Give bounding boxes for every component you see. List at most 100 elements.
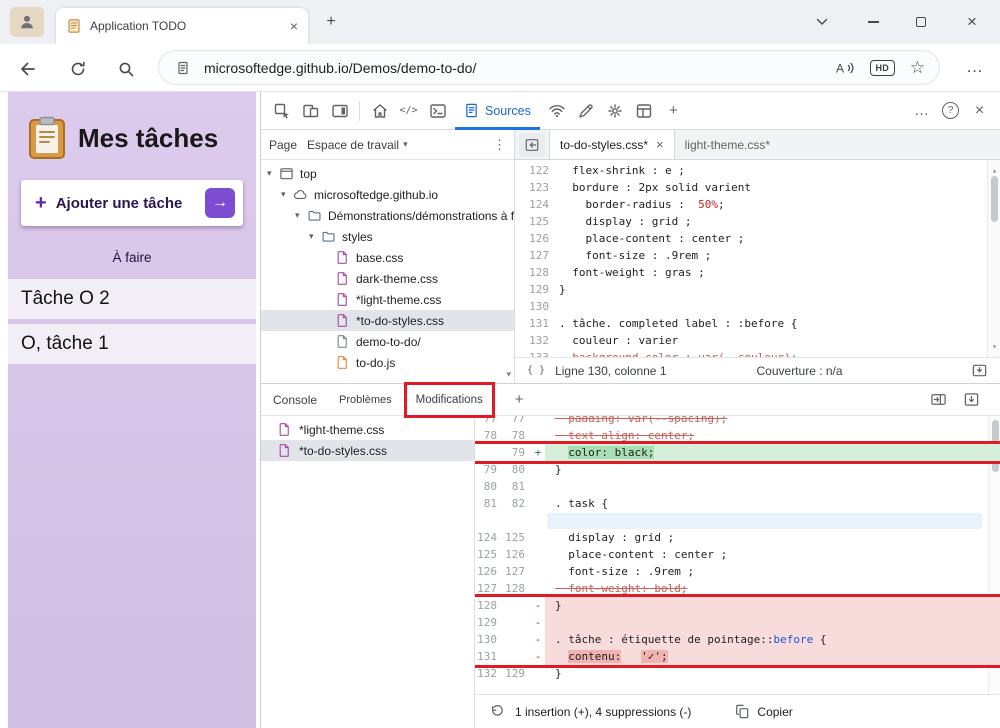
task-list: Tâche O 2 O, tâche 1 [8, 279, 256, 364]
add-task-button[interactable]: + Ajouter une tâche → [21, 180, 243, 226]
editor-tab-inactive[interactable]: light-theme.css* [675, 130, 780, 159]
tab-close-icon[interactable]: × [290, 19, 298, 33]
editor-tab-active[interactable]: to-do-styles.css* × [549, 130, 675, 159]
file-type-icon [335, 334, 350, 349]
navigator-more-icon[interactable]: ⋮ [493, 137, 506, 153]
back-icon[interactable] [16, 57, 40, 81]
revert-icon[interactable] [489, 704, 505, 720]
code-line[interactable]: 123 bordure : 2px solid varient [515, 179, 1000, 196]
tree-item[interactable]: ▾ *to-do-styles.css [261, 310, 514, 331]
read-aloud-icon[interactable]: A [835, 60, 855, 76]
changed-file-item[interactable]: *to-do-styles.css [261, 440, 474, 461]
hd-badge[interactable]: HD [869, 59, 895, 76]
refresh-icon[interactable] [66, 57, 90, 81]
changed-files-list: *light-theme.css *to-do-styles.css [261, 416, 475, 728]
tree-item[interactable]: ▾ base.css [261, 247, 514, 268]
tree-item[interactable]: ▾ Démonstrations/démonstrations à faire [261, 205, 514, 226]
site-info-icon[interactable] [175, 60, 191, 76]
tree-expand-arrow-icon[interactable]: ▾ [267, 168, 279, 179]
editor-scrollbar[interactable]: ▴ ▾ [987, 160, 1000, 357]
tab-console[interactable]: Console [273, 393, 317, 407]
tab-sources[interactable]: Sources [455, 92, 540, 130]
tab-page[interactable]: Page [269, 138, 297, 152]
tree-expand-arrow-icon[interactable]: ▾ [309, 231, 321, 242]
copy-button[interactable]: Copier [735, 704, 793, 719]
inspect-element-icon[interactable] [267, 95, 296, 127]
device-emulation-icon[interactable] [296, 95, 325, 127]
drawer-add-tab-icon[interactable]: + [515, 391, 524, 408]
new-tab-button[interactable]: + [320, 11, 342, 33]
code-line[interactable]: 122 flex-shrink : e ; [515, 162, 1000, 179]
tab-close-icon[interactable]: × [656, 138, 664, 151]
diff-row: 124 125 display : grid ; [477, 531, 675, 544]
changed-file-item[interactable]: *light-theme.css [261, 419, 474, 440]
code-line[interactable]: 126 place-content : center ; [515, 230, 1000, 247]
tree-expand-arrow-icon[interactable]: ▾ [281, 189, 293, 200]
favorites-star-icon[interactable]: ☆ [910, 59, 925, 76]
tree-item[interactable]: ▾ microsoftedge.github.io [261, 184, 514, 205]
browser-tab[interactable]: Application TODO × [56, 8, 308, 44]
sources-panel: Page Espace de travail ▾ ⋮ ▾ top ▾ micro… [261, 130, 1000, 383]
window-close-button[interactable]: × [946, 0, 998, 44]
more-tools-plus-icon[interactable]: + [659, 95, 688, 127]
tree-item[interactable]: ▾ to-do.js [261, 352, 514, 373]
tree-item[interactable]: ▾ demo-to-do/ [261, 331, 514, 352]
dock-bottom-icon[interactable] [963, 391, 980, 408]
tab-workspace[interactable]: Espace de travail ▾ [307, 138, 408, 152]
profile-button[interactable] [10, 7, 44, 37]
import-icon[interactable] [971, 362, 988, 379]
tree-item[interactable]: ▾ top [261, 163, 514, 184]
devtools-menu-icon[interactable]: … [907, 95, 936, 127]
coverage-status: Couverture : n/a [756, 363, 843, 378]
code-line[interactable]: 133 background-color : var(--couleur); [515, 349, 1000, 357]
file-type-icon [335, 355, 350, 370]
chevron-down-icon: ▾ [403, 139, 408, 149]
code-line[interactable]: 127 font-size : .9rem ; [515, 247, 1000, 264]
elements-panel-icon[interactable]: </> [394, 95, 423, 127]
tab-problems[interactable]: Problèmes [339, 394, 392, 406]
code-line[interactable]: 131 . tâche. completed label : :before { [515, 315, 1000, 332]
todo-header: Mes tâches [8, 92, 256, 160]
browser-menu-icon[interactable]: … [960, 54, 990, 80]
maximize-button[interactable] [898, 0, 944, 44]
search-icon[interactable] [114, 57, 138, 81]
diff-view[interactable]: 77 77 padding: var(--spacing); 78 78 text … [475, 416, 1000, 694]
diff-row-deleted: 129- [475, 614, 1000, 631]
devtools-close-icon[interactable]: × [965, 95, 994, 127]
code-line[interactable]: 125 display : grid ; [515, 213, 1000, 230]
diff-collapsed-region[interactable] [475, 512, 1000, 529]
code-line[interactable]: 132 couleur : varier [515, 332, 1000, 349]
tree-expand-arrow-icon[interactable]: ▾ [295, 210, 307, 221]
console-panel-icon[interactable] [423, 95, 452, 127]
scroll-down-icon[interactable]: ▾ [506, 369, 511, 380]
tab-actions-chevron-icon[interactable] [806, 12, 838, 32]
home-icon[interactable] [365, 95, 394, 127]
dock-side-icon[interactable] [325, 95, 354, 127]
url-bar[interactable]: microsoftedge.github.io/Demos/demo-to-do… [158, 50, 940, 85]
diff-row: 80 81 [483, 480, 525, 493]
navigator-toggle-icon[interactable] [519, 133, 545, 157]
code-line[interactable]: 128 font-weight : gras ; [515, 264, 1000, 281]
eyedropper-icon[interactable] [572, 95, 601, 127]
pretty-print-icon[interactable]: { } [527, 365, 545, 376]
diff-row: 127 128 font-weight: bold; [477, 582, 688, 595]
plus-icon: + [35, 192, 47, 214]
minimize-button[interactable] [850, 0, 896, 44]
application-panel-icon[interactable] [630, 95, 659, 127]
tab-changes[interactable]: Modifications [403, 381, 495, 418]
settings-gear-icon[interactable] [601, 95, 630, 127]
tree-item[interactable]: ▾ dark-theme.css [261, 268, 514, 289]
tree-item[interactable]: ▾ styles [261, 226, 514, 247]
open-sidebar-icon[interactable] [930, 391, 947, 408]
code-line[interactable]: 130 [515, 298, 1000, 315]
task-item[interactable]: Tâche O 2 [8, 279, 256, 319]
navigator-tabs: Page Espace de travail ▾ ⋮ [261, 130, 514, 160]
network-panel-icon[interactable] [543, 95, 572, 127]
tree-item[interactable]: ▾ *light-theme.css [261, 289, 514, 310]
code-editor[interactable]: 122 flex-shrink : e ; 123 bordure : 2px … [515, 160, 1000, 357]
task-item[interactable]: O, tâche 1 [8, 324, 256, 364]
help-icon[interactable]: ? [936, 95, 965, 127]
code-line[interactable]: 129 } [515, 281, 1000, 298]
code-line[interactable]: 124 border-radius : 50%; [515, 196, 1000, 213]
submit-arrow-icon[interactable]: → [205, 188, 235, 218]
